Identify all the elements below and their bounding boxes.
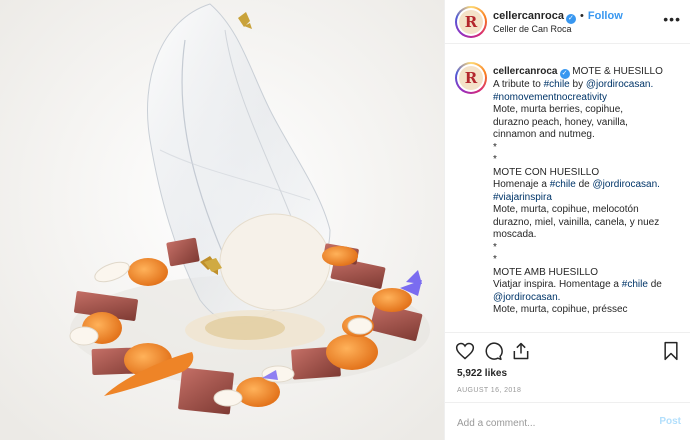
caption-de: de xyxy=(575,179,593,190)
post-comment-button[interactable]: Post xyxy=(659,416,681,427)
caption-separator-1: * xyxy=(493,141,497,153)
share-icon[interactable] xyxy=(511,341,531,361)
caption-de-ca: de xyxy=(647,279,662,290)
caption-ingredients-en-2: durazno peach, honey, vanilla, xyxy=(493,116,628,128)
post-header: R cellercanroca ✓ • Follow Celler de Can … xyxy=(445,0,690,44)
hashtag-chile-ca-link[interactable]: #chile xyxy=(622,279,648,290)
caption-ingredients-es-2: durazno, miel, vainilla, canela, y nuez xyxy=(493,216,660,228)
caption-separator-2: * xyxy=(493,154,497,165)
likes-count[interactable]: 5,922 likes xyxy=(457,368,507,379)
username-link[interactable]: cellercanroca xyxy=(493,10,564,22)
follow-button[interactable]: Follow xyxy=(588,10,623,22)
hashtag-viajarinspira-link[interactable]: #viajarinspira xyxy=(493,192,685,205)
caption-tribute: A tribute to xyxy=(493,79,544,90)
save-bookmark-icon[interactable] xyxy=(661,341,681,361)
caption-viatjar-text: Viatjar inspira. Homentage a xyxy=(493,279,622,290)
hashtag-chile-link[interactable]: #chile xyxy=(544,79,570,90)
comment-bubble-icon[interactable] xyxy=(483,341,503,361)
caption-line-2: A tribute to #chile by @jordirocasan. xyxy=(493,79,685,92)
post-date[interactable]: AUGUST 16, 2018 xyxy=(457,387,521,394)
caption-text: cellercanroca ✓ MOTE & HUESILLO A tribute… xyxy=(493,66,685,317)
more-options-icon[interactable]: ••• xyxy=(663,12,681,26)
dessert-photo-illustration xyxy=(0,0,444,440)
instagram-post: R cellercanroca ✓ • Follow Celler de Can … xyxy=(0,0,690,440)
caption-username-link[interactable]: cellercanroca xyxy=(493,66,558,77)
caption-separator-3: * xyxy=(493,241,497,253)
hashtag-nomovementnocreativity-link[interactable]: #nomovementnocreativity xyxy=(493,92,685,105)
caption-ingredients-en-1: Mote, murta berries, copihue, xyxy=(493,104,624,115)
caption-area: R cellercanroca ✓ MOTE & HUESILLO A tribu… xyxy=(445,56,690,332)
caption-avatar-letter: R xyxy=(459,66,483,90)
mention-jordirocasan-ca-link[interactable]: @jordirocasan. xyxy=(493,292,685,305)
verified-badge-icon: ✓ xyxy=(565,14,576,24)
caption-avatar[interactable]: R xyxy=(455,62,487,94)
avatar-letter: R xyxy=(459,10,483,34)
caption-title-ca: MOTE AMB HUESILLO xyxy=(493,266,599,278)
caption-ingredients-ca-1: Mote, murta, copihue, préssec xyxy=(493,304,628,315)
caption-verified-badge-icon: ✓ xyxy=(559,69,570,79)
caption-ingredients-es-3: moscada. xyxy=(493,229,537,240)
caption-separator-4: * xyxy=(493,254,497,265)
header-user-line: cellercanroca ✓ • Follow xyxy=(493,10,623,24)
comment-bar: Post xyxy=(445,402,690,440)
like-heart-icon[interactable] xyxy=(455,341,475,361)
post-details-panel: R cellercanroca ✓ • Follow Celler de Can … xyxy=(444,0,690,440)
separator-dot: • xyxy=(580,10,584,22)
comment-input[interactable] xyxy=(457,415,637,431)
caption-homenaje-text: Homenaje a xyxy=(493,179,550,190)
caption-by: by xyxy=(569,79,586,90)
mention-jordirocasan-es-link[interactable]: @jordirocasan. xyxy=(593,179,660,190)
profile-avatar[interactable]: R xyxy=(455,6,487,38)
action-icons-row xyxy=(455,341,681,363)
caption-ingredients-en-3: cinnamon and nutmeg. xyxy=(493,129,595,140)
post-photo[interactable] xyxy=(0,0,444,440)
caption-title-en: MOTE & HUESILLO xyxy=(572,66,663,77)
hashtag-chile-es-link[interactable]: #chile xyxy=(550,179,576,190)
caption-ingredients-es-1: Mote, murta, copihue, melocotón xyxy=(493,204,639,215)
caption-viatjar: Viatjar inspira. Homentage a #chile de xyxy=(493,279,685,292)
location-link[interactable]: Celler de Can Roca xyxy=(493,24,572,34)
caption-title-es: MOTE CON HUESILLO xyxy=(493,166,600,178)
mention-jordirocasan-link[interactable]: @jordirocasan. xyxy=(586,79,653,90)
caption-line-1: cellercanroca ✓ MOTE & HUESILLO xyxy=(493,66,685,79)
caption-homenaje: Homenaje a #chile de @jordirocasan. xyxy=(493,179,685,192)
